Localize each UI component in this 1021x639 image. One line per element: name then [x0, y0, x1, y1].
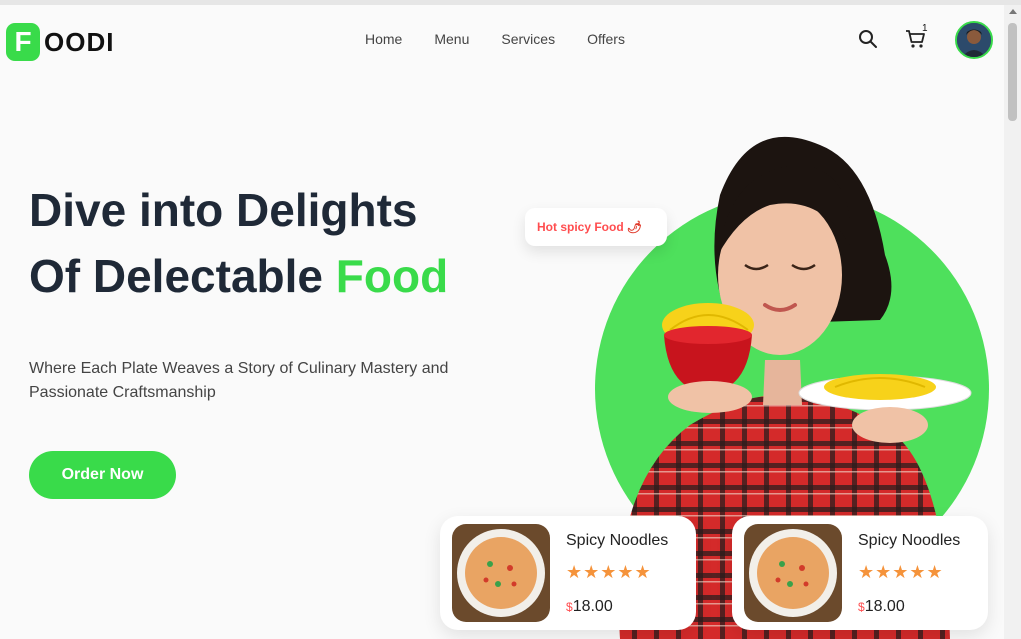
scroll-up-arrow-icon[interactable] [1009, 9, 1017, 14]
vertical-scrollbar[interactable] [1004, 5, 1021, 639]
product-card[interactable]: Spicy Noodles ★★★★★ $18.00 [732, 516, 988, 630]
nav-offers[interactable]: Offers [587, 31, 625, 47]
nav-menu[interactable]: Menu [434, 31, 469, 47]
nav-home[interactable]: Home [365, 31, 402, 47]
cart-count-badge: 1 [922, 23, 928, 34]
hero-title-prefix: Of Delectable [29, 250, 336, 302]
currency-sign: $ [566, 600, 573, 614]
hero-title-line2: Of Delectable Food [29, 249, 448, 303]
hot-spicy-badge: Hot spicy Food 🌶 [525, 208, 667, 246]
product-price: $18.00 [566, 598, 613, 616]
hero-subtitle: Where Each Plate Weaves a Story of Culin… [29, 360, 449, 401]
product-title: Spicy Noodles [566, 532, 669, 549]
logo-badge: F [6, 23, 40, 61]
chili-icon: 🌶 [627, 220, 643, 234]
product-image [744, 524, 842, 622]
user-avatar[interactable] [955, 21, 993, 59]
product-title: Spicy Noodles [858, 532, 961, 549]
hot-spicy-label: Hot spicy Food [537, 220, 624, 234]
main-nav: Home Menu Services Offers [365, 31, 657, 47]
search-icon[interactable] [858, 29, 878, 49]
hero-title-highlight: Food [335, 250, 449, 302]
rating-stars: ★★★★★ [566, 562, 652, 582]
scrollbar-thumb[interactable] [1008, 23, 1017, 121]
order-now-button[interactable]: Order Now [29, 451, 176, 499]
hero-title-line1: Dive into Delights [29, 184, 418, 236]
currency-sign: $ [858, 600, 865, 614]
rating-stars: ★★★★★ [858, 562, 944, 582]
landing-page: F OODI Home Menu Services Offers 1 Dive … [0, 5, 1004, 639]
product-card[interactable]: Spicy Noodles ★★★★★ $18.00 [440, 516, 696, 630]
logo-text: OODI [44, 26, 115, 57]
price-value: 18.00 [572, 598, 613, 615]
product-price: $18.00 [858, 598, 905, 616]
price-value: 18.00 [864, 598, 905, 615]
logo[interactable]: F OODI [6, 23, 114, 61]
nav-services[interactable]: Services [501, 31, 555, 47]
product-image [452, 524, 550, 622]
